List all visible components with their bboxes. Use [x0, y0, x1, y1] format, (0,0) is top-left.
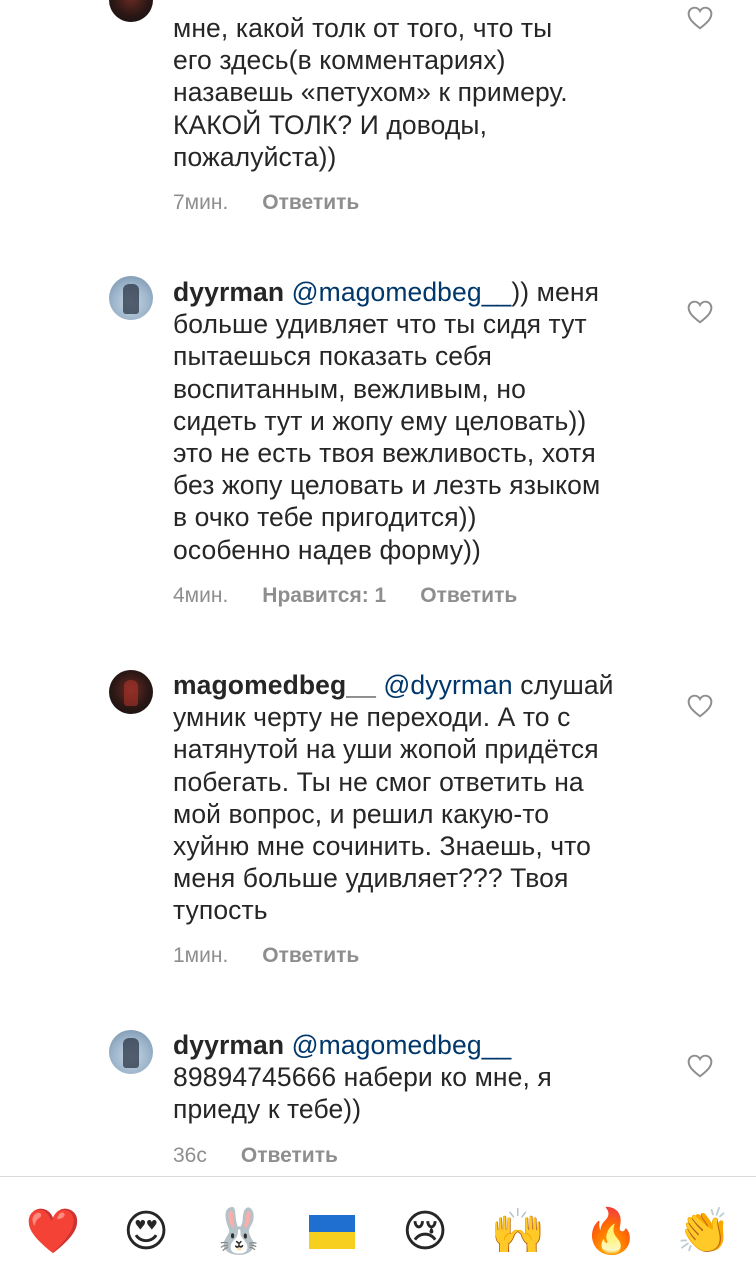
avatar[interactable]	[109, 276, 153, 320]
comment-meta: 1мин. Ответить	[173, 944, 359, 968]
comment-username[interactable]: dyyrman	[173, 277, 284, 307]
likes-count[interactable]: Нравится: 1	[262, 584, 386, 608]
heart-eyes-emoji[interactable]: 😍	[120, 1206, 172, 1258]
comment-time: 36с	[173, 1144, 207, 1167]
avatar[interactable]	[109, 1030, 153, 1074]
heart-outline-icon[interactable]	[687, 6, 713, 30]
comment-line: без жопу целовать и лезть языком	[173, 470, 601, 501]
comment-line: мой вопрос, и решил какую-то	[173, 798, 550, 829]
comment-line: пожалуйста))	[173, 141, 337, 172]
raising-hands-emoji[interactable]: 🙌	[491, 1206, 546, 1258]
comment-line: больше удивляет что ты сидя тут	[173, 309, 587, 340]
comment-meta: 7мин. Ответить	[173, 191, 359, 215]
heart-outline-icon[interactable]	[687, 300, 713, 324]
emoji-quick-reaction-bar: ❤️ 😍 🐰 😢 🙌 🔥 👏	[0, 1177, 756, 1280]
comment-meta: 4мин. Нравится: 1 Ответить	[173, 584, 517, 608]
comment-time: 4мин.	[173, 584, 229, 607]
comment-username[interactable]: dyyrman	[173, 1030, 284, 1060]
comment-line: натянутой на уши жопой придётся	[173, 734, 599, 765]
comment-text: dyyrman @magomedbeg__ 89894745666 набери…	[173, 1029, 653, 1126]
crying-face-emoji[interactable]: 😢	[399, 1206, 451, 1258]
comment-line: это не есть твоя вежливость, хотя	[173, 438, 596, 469]
comment-text: magomedbeg__ @dyyrman слушай умник черту…	[173, 669, 653, 927]
comment-line: приеду к тебе))	[173, 1094, 362, 1125]
comment-mention[interactable]: @magomedbeg__	[292, 277, 512, 307]
comment-username[interactable]: magomedbeg__	[173, 670, 376, 700]
comment-line: пытаешься показать себя	[173, 341, 492, 372]
avatar[interactable]	[109, 670, 153, 714]
comment-line: особенно надев форму))	[173, 534, 481, 565]
comment-first-line-rest: слушай	[520, 670, 614, 700]
comment-line: в очко тебе пригодится))	[173, 502, 477, 533]
comment-mention[interactable]: @magomedbeg__	[292, 1030, 512, 1060]
heart-outline-icon[interactable]	[687, 1054, 713, 1078]
reply-button[interactable]: Ответить	[262, 944, 359, 968]
comment-line: хуйню мне сочинить. Знаешь, что	[173, 831, 591, 862]
comment-time: 1мин.	[173, 944, 229, 967]
comment-first-line: magomedbeg__ @dyyrman слушай	[173, 669, 653, 701]
comment-line: меня больше удивляет??? Твоя	[173, 863, 569, 894]
comment-line: воспитанным, вежливым, но	[173, 373, 526, 404]
ukraine-flag-emoji[interactable]	[306, 1206, 358, 1258]
comment-line: назавешь «петухом» к примеру.	[173, 77, 568, 108]
comment-line: сидеть тут и жопу ему целовать))	[173, 405, 587, 436]
comment-line: мне, какой толк от того, что ты	[173, 13, 553, 43]
clapping-hands-emoji[interactable]: 👏	[677, 1206, 732, 1258]
comment-time: 7мин.	[173, 191, 229, 214]
reply-button[interactable]: Ответить	[262, 191, 359, 215]
comment-first-line: dyyrman @magomedbeg__)) меня	[173, 276, 653, 308]
reply-button[interactable]: Ответить	[241, 1144, 338, 1168]
rabbit-emoji[interactable]: 🐰	[212, 1206, 267, 1258]
comment-first-line-rest: )) меня	[511, 277, 600, 307]
comment-line: его здесь(в комментариях)	[173, 45, 506, 76]
comment-line: побегать. Ты не смог ответить на	[173, 766, 584, 797]
avatar[interactable]	[109, 0, 153, 22]
comment-line: тупость	[173, 895, 268, 926]
comment-text: мне, какой толк от того, что ты его здес…	[173, 12, 653, 173]
heart-outline-icon[interactable]	[687, 694, 713, 718]
comment-line: КАКОЙ ТОЛК? И доводы,	[173, 109, 488, 140]
fire-emoji[interactable]: 🔥	[584, 1206, 639, 1258]
reply-button[interactable]: Ответить	[420, 584, 517, 608]
comment-line: умник черту не переходи. А то с	[173, 702, 571, 733]
ukraine-flag-icon	[309, 1215, 355, 1249]
comment-meta: 36с Ответить	[173, 1144, 338, 1168]
comment-text: dyyrman @magomedbeg__)) меня больше удив…	[173, 276, 653, 566]
comment-line: 89894745666 набери ко мне, я	[173, 1062, 552, 1093]
comment-first-line: dyyrman @magomedbeg__	[173, 1029, 653, 1061]
red-heart-emoji[interactable]: ❤️	[26, 1206, 81, 1258]
comment-mention[interactable]: @dyyrman	[383, 670, 512, 700]
